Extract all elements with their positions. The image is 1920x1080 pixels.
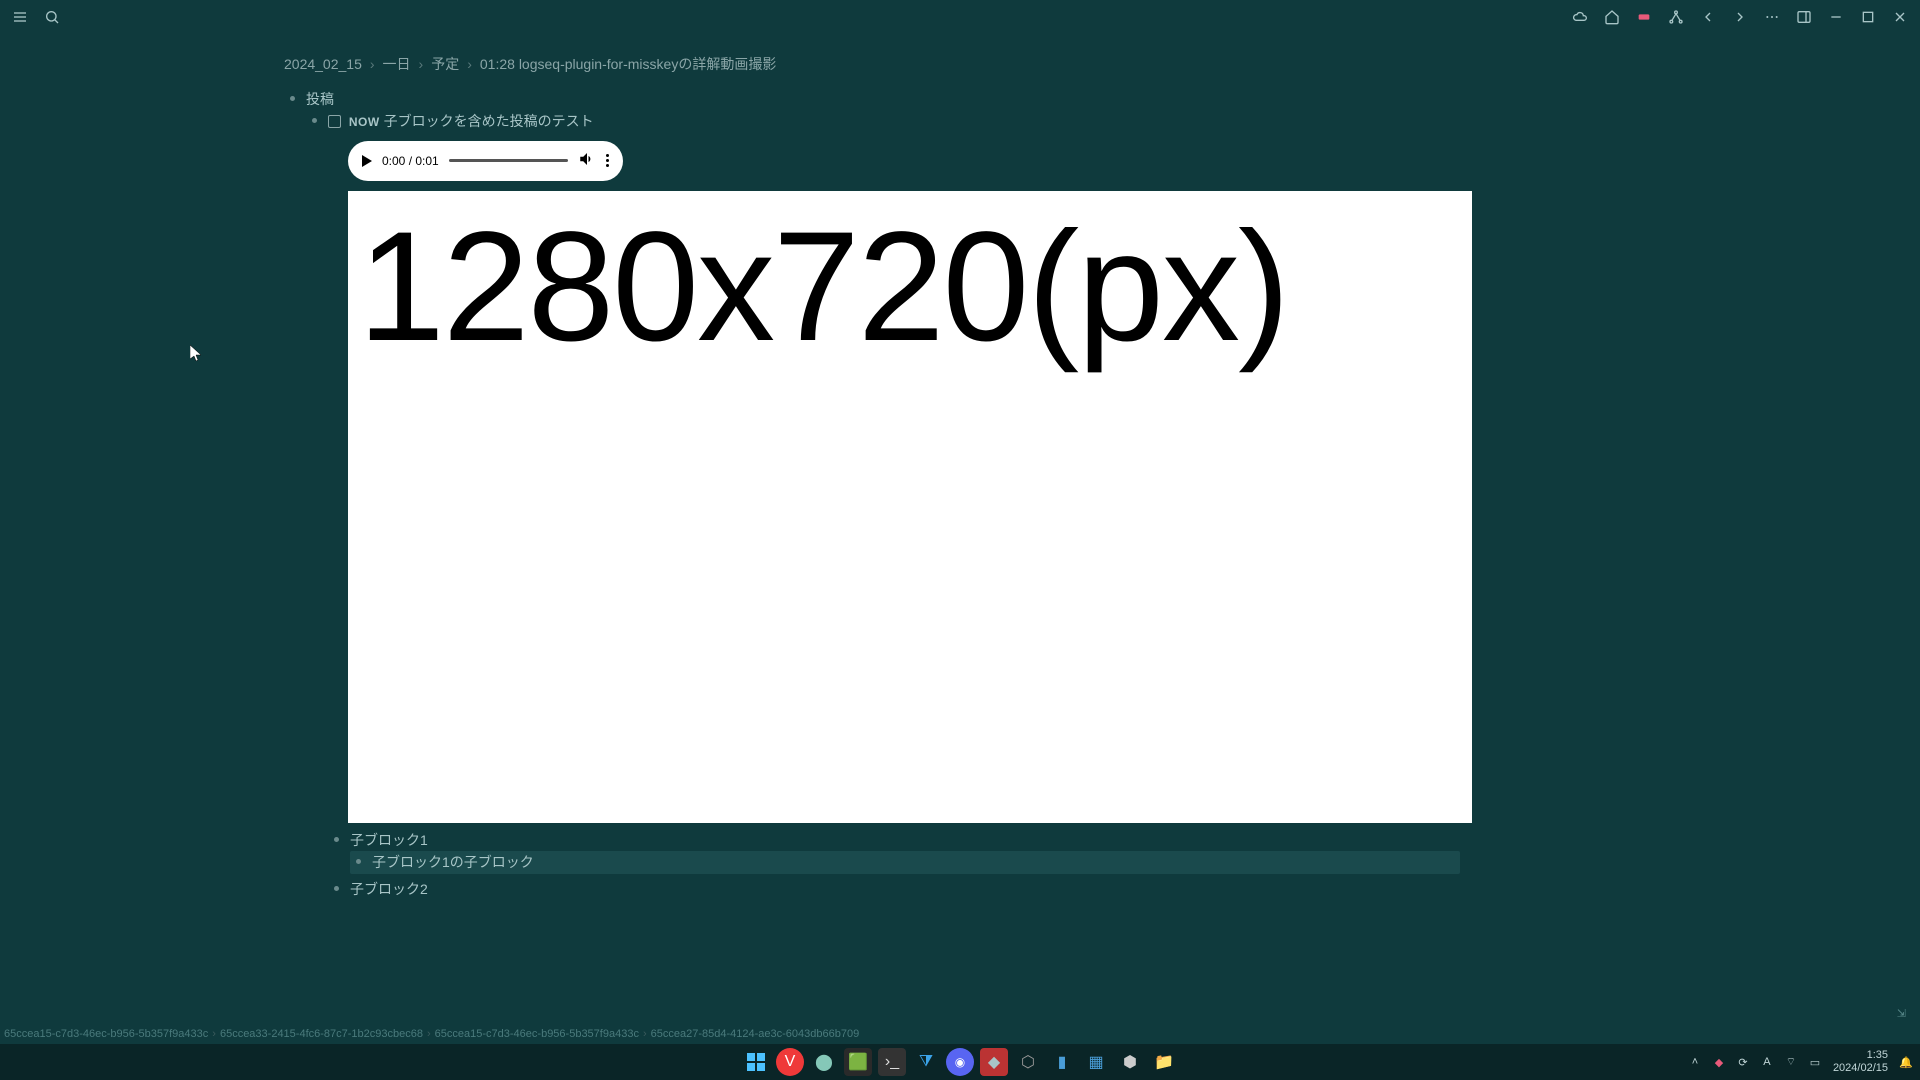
clock-time: 1:35 <box>1833 1049 1888 1062</box>
image-placeholder-text: 1280x720(px) <box>358 209 1462 365</box>
window-minimize-icon[interactable] <box>1824 5 1848 29</box>
more-icon[interactable] <box>1760 5 1784 29</box>
block-item-selected[interactable]: 子ブロック1の子ブロック <box>350 851 1460 873</box>
graph-icon[interactable] <box>1664 5 1688 29</box>
status-path-item[interactable]: 65ccea27-85d4-4124-ae3c-6043db66b709 <box>651 1028 860 1040</box>
chevron-right-icon: › <box>212 1028 216 1040</box>
audio-player[interactable]: 0:00 / 0:01 <box>348 141 623 181</box>
taskbar-app-terminal[interactable]: ›_ <box>878 1048 906 1076</box>
taskbar-app-ide[interactable]: 🟩 <box>844 1048 872 1076</box>
bullet-icon[interactable] <box>312 118 317 123</box>
bullet-icon[interactable] <box>334 886 339 891</box>
notifications-icon[interactable]: 🔔 <box>1898 1054 1914 1070</box>
embedded-image[interactable]: 1280x720(px) <box>348 191 1472 823</box>
toolbar-left <box>8 5 64 29</box>
taskbar-app-generic[interactable]: ▦ <box>1082 1048 1110 1076</box>
windows-taskbar: V ⬤ 🟩 ›_ ⧩ ◉ ◆ ⬡ ▮ ▦ ⬢ 📁 ˄ ◆ ⟳ A ⌔ ▭ 1:3… <box>0 1044 1920 1080</box>
tray-battery-icon[interactable]: ▭ <box>1807 1054 1823 1070</box>
tray-sync-icon[interactable]: ⟳ <box>1735 1054 1751 1070</box>
block-text[interactable]: 子ブロック1の子ブロック <box>372 851 1460 873</box>
chevron-right-icon: › <box>370 56 375 72</box>
taskbar-app-vscode[interactable]: ⧩ <box>912 1048 940 1076</box>
block-item[interactable]: NOW 子ブロックを含めた投稿のテスト 0:00 / 0:01 <box>306 110 1484 900</box>
breadcrumb-item[interactable]: 予定 <box>431 54 459 74</box>
bullet-icon[interactable] <box>334 837 339 842</box>
task-label: 子ブロックを含めた投稿のテスト <box>384 113 594 129</box>
top-toolbar <box>0 0 1920 34</box>
taskbar-clock[interactable]: 1:35 2024/02/15 <box>1833 1049 1888 1075</box>
search-icon[interactable] <box>40 5 64 29</box>
taskbar-app-vivaldi[interactable]: V <box>776 1048 804 1076</box>
scroll-indicator-icon: ⇲ <box>1897 1007 1906 1020</box>
bullet-icon[interactable] <box>290 96 295 101</box>
audio-time: 0:00 / 0:01 <box>382 154 439 168</box>
block-text[interactable]: 子ブロック2 <box>350 878 1484 900</box>
chevron-right-icon: › <box>419 56 424 72</box>
breadcrumb-item[interactable]: 一日 <box>383 54 411 74</box>
task-checkbox[interactable] <box>328 115 341 128</box>
status-path-item[interactable]: 65ccea15-c7d3-46ec-b956-5b357f9a433c <box>4 1028 208 1040</box>
block-text[interactable]: 投稿 <box>306 88 1484 110</box>
menu-icon[interactable] <box>8 5 32 29</box>
taskbar-app-generic[interactable]: ⬢ <box>1116 1048 1144 1076</box>
cloud-sync-icon[interactable] <box>1568 5 1592 29</box>
tray-wifi-icon[interactable]: ⌔ <box>1783 1054 1799 1070</box>
volume-icon[interactable] <box>578 150 596 171</box>
forward-icon[interactable] <box>1728 5 1752 29</box>
windows-start-icon[interactable] <box>742 1048 770 1076</box>
main-content: 2024_02_15 › 一日 › 予定 › 01:28 logseq-plug… <box>0 34 1920 1022</box>
taskbar-app-generic[interactable]: ⬡ <box>1014 1048 1042 1076</box>
breadcrumb-item[interactable]: 2024_02_15 <box>284 56 362 72</box>
chevron-right-icon: › <box>467 56 472 72</box>
right-sidebar-icon[interactable] <box>1792 5 1816 29</box>
block-text[interactable]: 子ブロック1 <box>350 829 1484 851</box>
play-icon[interactable] <box>362 155 372 167</box>
block-text[interactable]: NOW 子ブロックを含めた投稿のテスト <box>328 110 1484 132</box>
taskbar-apps: V ⬤ 🟩 ›_ ⧩ ◉ ◆ ⬡ ▮ ▦ ⬢ 📁 <box>742 1048 1178 1076</box>
window-maximize-icon[interactable] <box>1856 5 1880 29</box>
taskbar-app-explorer[interactable]: 📁 <box>1150 1048 1178 1076</box>
chevron-right-icon: › <box>427 1028 431 1040</box>
task-status-now[interactable]: NOW <box>349 115 380 129</box>
taskbar-app-generic[interactable]: ◆ <box>980 1048 1008 1076</box>
status-path-item[interactable]: 65ccea33-2415-4fc6-87c7-1b2c93cbec68 <box>220 1028 423 1040</box>
taskbar-app-discord[interactable]: ◉ <box>946 1048 974 1076</box>
status-bar: 65ccea15-c7d3-46ec-b956-5b357f9a433c › 6… <box>0 1024 1920 1044</box>
plugin-icon[interactable] <box>1632 5 1656 29</box>
block-item[interactable]: 投稿 NOW 子ブロックを含めた投稿のテスト 0:00 / 0:01 <box>284 88 1484 900</box>
breadcrumb-item[interactable]: 01:28 logseq-plugin-for-misskeyの詳解動画撮影 <box>480 54 776 74</box>
status-path-item[interactable]: 65ccea15-c7d3-46ec-b956-5b357f9a433c <box>435 1028 639 1040</box>
tray-app-icon[interactable]: ◆ <box>1711 1054 1727 1070</box>
taskbar-app-logseq[interactable]: ⬤ <box>810 1048 838 1076</box>
bullet-icon[interactable] <box>356 859 361 864</box>
toolbar-right <box>1568 5 1912 29</box>
clock-date: 2024/02/15 <box>1833 1062 1888 1075</box>
window-close-icon[interactable] <box>1888 5 1912 29</box>
taskbar-tray: ˄ ◆ ⟳ A ⌔ ▭ 1:35 2024/02/15 🔔 <box>1687 1049 1914 1075</box>
audio-more-icon[interactable] <box>606 154 609 167</box>
tray-chevron-icon[interactable]: ˄ <box>1687 1054 1703 1070</box>
back-icon[interactable] <box>1696 5 1720 29</box>
tray-ime-icon[interactable]: A <box>1759 1054 1775 1070</box>
chevron-right-icon: › <box>643 1028 647 1040</box>
taskbar-app-generic[interactable]: ▮ <box>1048 1048 1076 1076</box>
block-item[interactable]: 子ブロック1 子ブロック1の子ブロック <box>328 829 1484 874</box>
block-item[interactable]: 子ブロック2 <box>328 878 1484 900</box>
home-icon[interactable] <box>1600 5 1624 29</box>
audio-seek-track[interactable] <box>449 159 568 162</box>
breadcrumb: 2024_02_15 › 一日 › 予定 › 01:28 logseq-plug… <box>284 54 1484 74</box>
